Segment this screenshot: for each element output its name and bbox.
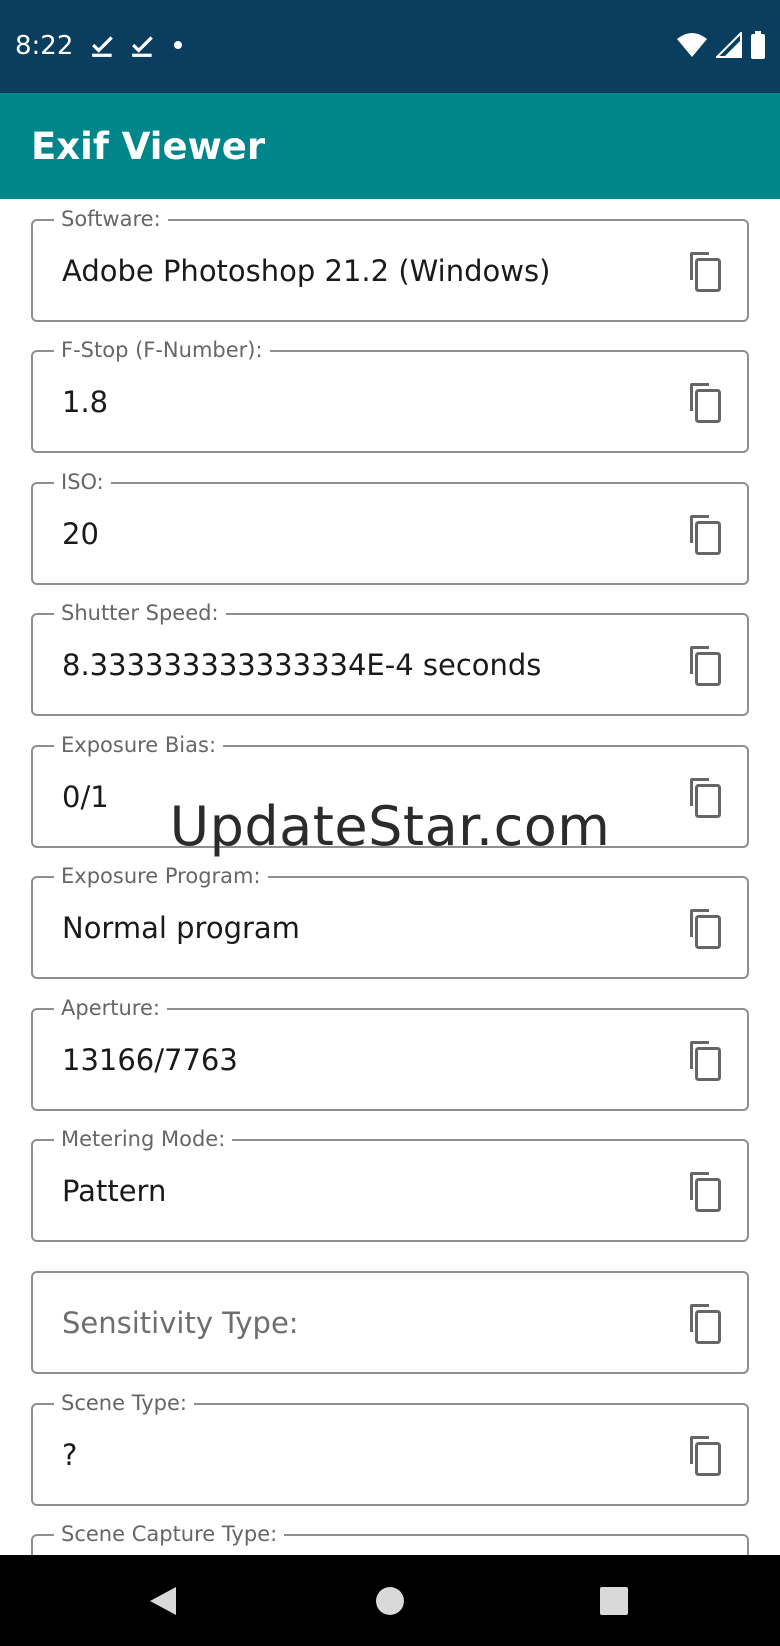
field-value[interactable]: 1.8 [62, 384, 108, 420]
home-icon [376, 1587, 404, 1615]
copy-button[interactable] [681, 1433, 725, 1479]
copy-icon [690, 252, 721, 292]
back-button[interactable] [133, 1573, 193, 1629]
copy-icon [690, 1304, 721, 1344]
field-aperture: Aperture: 13166/7763 [31, 995, 749, 1111]
copy-button[interactable] [681, 1301, 725, 1347]
system-icons [676, 30, 766, 64]
home-button[interactable] [360, 1573, 420, 1629]
copy-button[interactable] [681, 380, 725, 426]
copy-icon [690, 909, 721, 949]
field-label: Aperture: [54, 995, 167, 1021]
exif-field-list[interactable]: Software: Adobe Photoshop 21.2 (Windows)… [0, 199, 780, 1555]
copy-icon [690, 1172, 721, 1212]
field-value[interactable]: 8.333333333333334E-4 seconds [62, 647, 541, 683]
field-value[interactable]: Pattern [62, 1173, 166, 1209]
field-label: Shutter Speed: [54, 600, 226, 626]
status-time: 8:22 [15, 31, 74, 61]
field-shutter-speed: Shutter Speed: 8.333333333333334E-4 seco… [31, 600, 749, 716]
field-label: Metering Mode: [54, 1126, 233, 1152]
cellular-signal-icon [714, 30, 742, 63]
navigation-bar [0, 1555, 780, 1646]
recents-icon [600, 1587, 628, 1615]
back-icon [150, 1587, 176, 1615]
wifi-icon [676, 32, 708, 63]
copy-button[interactable] [681, 643, 725, 689]
field-value[interactable]: Normal program [62, 910, 300, 946]
app-title: Exif Viewer [31, 125, 266, 168]
notification-icons [90, 30, 186, 64]
field-f-stop: F-Stop (F-Number): 1.8 [31, 337, 749, 453]
dot-icon [170, 37, 186, 58]
field-label: Scene Capture Type: [54, 1521, 285, 1547]
battery-icon [750, 30, 766, 64]
field-label: Exposure Program: [54, 863, 268, 889]
recents-button[interactable] [584, 1573, 644, 1629]
copy-button[interactable] [681, 1038, 725, 1084]
copy-icon [690, 646, 721, 686]
status-bar: 8:22 [0, 0, 780, 93]
field-scene-type: Scene Type: ? [31, 1390, 749, 1506]
field-label: Software: [54, 206, 168, 232]
field-metering-mode: Metering Mode: Pattern [31, 1126, 749, 1242]
copy-icon [690, 383, 721, 423]
field-value[interactable]: 13166/7763 [62, 1042, 238, 1078]
field-exposure-program: Exposure Program: Normal program [31, 863, 749, 979]
copy-button[interactable] [681, 512, 725, 558]
copy-icon [690, 515, 721, 555]
field-label: Scene Type: [54, 1390, 195, 1416]
field-scene-capture-type: Scene Capture Type: [31, 1521, 749, 1555]
field-placeholder[interactable]: Sensitivity Type: [62, 1305, 299, 1341]
field-sensitivity-type: Sensitivity Type: [31, 1271, 749, 1374]
field-iso: ISO: 20 [31, 469, 749, 585]
field-value[interactable]: ? [62, 1437, 77, 1473]
field-label: ISO: [54, 469, 111, 495]
check-notification-icon [130, 32, 156, 63]
watermark: UpdateStar.com [169, 795, 611, 858]
field-value[interactable]: 20 [62, 516, 99, 552]
field-value[interactable]: Adobe Photoshop 21.2 (Windows) [62, 253, 550, 289]
app-bar: Exif Viewer [0, 93, 780, 199]
field-label: Exposure Bias: [54, 732, 224, 758]
check-notification-icon [90, 32, 116, 63]
copy-button[interactable] [681, 906, 725, 952]
field-software: Software: Adobe Photoshop 21.2 (Windows) [31, 206, 749, 322]
copy-icon [690, 1041, 721, 1081]
copy-icon [690, 1436, 721, 1476]
copy-button[interactable] [681, 249, 725, 295]
copy-button[interactable] [681, 1169, 725, 1215]
field-label: F-Stop (F-Number): [54, 337, 270, 363]
